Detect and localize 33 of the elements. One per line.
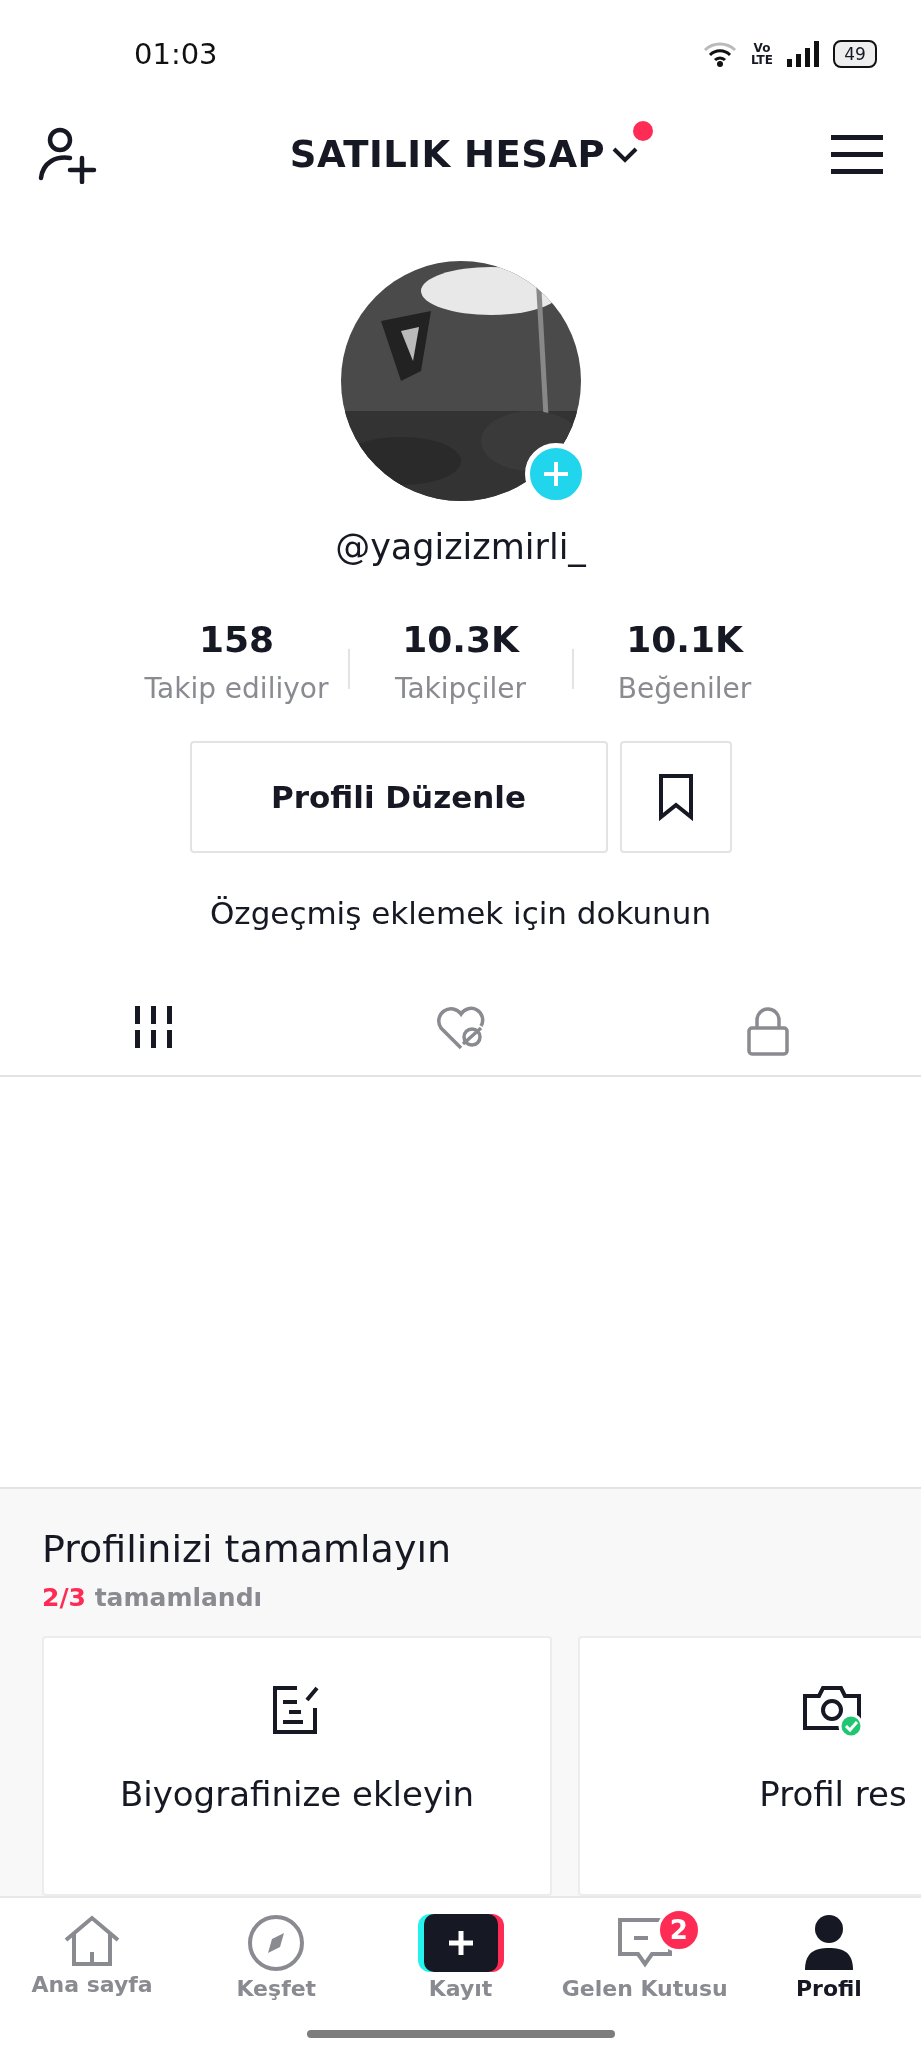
grid-icon <box>134 1006 173 1051</box>
unread-count: 2 <box>656 1908 701 1952</box>
edit-profile-button[interactable]: Profili Düzenle <box>189 741 608 854</box>
volte-label: Vo LTE <box>750 42 773 66</box>
battery-level: 49 <box>833 40 877 68</box>
plus-icon <box>541 460 570 489</box>
status-time: 01:03 <box>134 37 218 71</box>
account-name[interactable]: SATILIK HESAP <box>289 133 606 177</box>
bookmark-button[interactable] <box>619 741 732 854</box>
username: @yagizizmirli_ <box>335 527 586 568</box>
stat-value: 10.3K <box>402 619 519 661</box>
person-icon <box>802 1914 855 1972</box>
stat-label: Beğeniler <box>617 672 752 706</box>
stat-value: 10.1K <box>626 619 743 661</box>
stat-value: 158 <box>198 619 275 661</box>
bio-prompt[interactable]: Özgeçmiş eklemek için dokunun <box>209 895 712 932</box>
card-title: Profil res <box>759 1774 907 1814</box>
create-plus-icon <box>417 1914 504 1972</box>
progress-text: 2/3 tamamlandı <box>42 1583 264 1612</box>
section-title: Profilinizi tamamlayın <box>42 1527 453 1571</box>
card-title: Biyografinize ekleyin <box>119 1774 475 1814</box>
lock-icon <box>745 1006 790 1057</box>
signal-icon <box>787 41 819 67</box>
task-card[interactable]: Profil res <box>578 1636 921 1896</box>
compass-icon <box>247 1914 306 1972</box>
stat-label: Takipçiler <box>394 672 527 706</box>
stat-label: Takip ediliyor <box>144 672 329 706</box>
menu-icon[interactable] <box>831 134 883 175</box>
chevron-down-icon[interactable] <box>611 145 640 164</box>
nav-tab[interactable]: Profil <box>736 1914 921 2001</box>
add-friend-icon[interactable] <box>38 125 98 184</box>
task-card[interactable]: Biyografinize ekleyin <box>42 1636 552 1896</box>
wifi-icon <box>702 41 737 67</box>
